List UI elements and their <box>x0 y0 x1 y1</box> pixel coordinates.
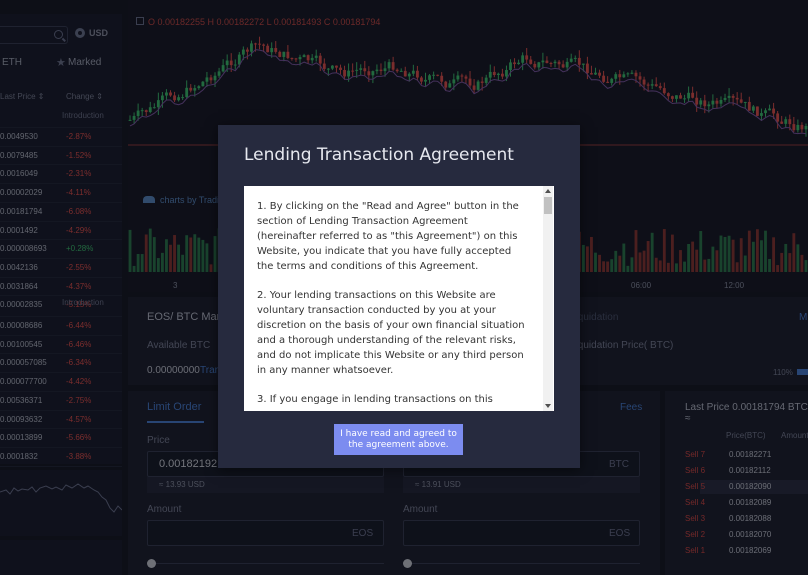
agreement-scroll-area[interactable]: 1. By clicking on the "Read and Agree" b… <box>244 186 554 411</box>
agreement-text: 1. By clicking on the "Read and Agree" b… <box>257 199 529 405</box>
dialog-title: Lending Transaction Agreement <box>244 145 514 165</box>
agreement-paragraph: 2. Your lending transactions on this Web… <box>257 290 525 376</box>
scrollbar-thumb[interactable] <box>544 197 552 214</box>
agreement-paragraph: 3. If you engage in lending transactions… <box>257 394 493 405</box>
agree-button[interactable]: I have read and agreed to the agreement … <box>334 424 463 455</box>
scroll-down-arrow-icon[interactable] <box>545 404 551 408</box>
agreement-scrollbar[interactable] <box>543 186 553 411</box>
agreement-paragraph: 1. By clicking on the "Read and Agree" b… <box>257 201 519 272</box>
scroll-up-arrow-icon[interactable] <box>545 189 551 193</box>
lending-agreement-dialog: Lending Transaction Agreement 1. By clic… <box>218 125 580 468</box>
